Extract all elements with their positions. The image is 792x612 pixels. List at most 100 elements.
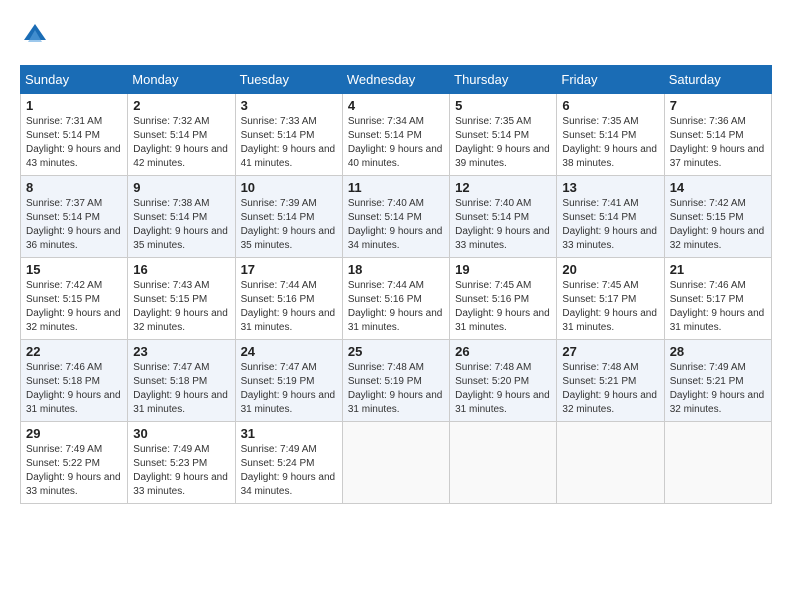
cell-info: Sunrise: 7:45 AMSunset: 5:16 PMDaylight:… <box>455 280 550 333</box>
day-number: 2 <box>133 98 229 113</box>
day-number: 23 <box>133 344 229 359</box>
calendar-cell: 29 Sunrise: 7:49 AMSunset: 5:22 PMDaylig… <box>21 422 128 504</box>
day-number: 29 <box>26 426 122 441</box>
calendar-week-row: 1 Sunrise: 7:31 AMSunset: 5:14 PMDayligh… <box>21 94 772 176</box>
cell-info: Sunrise: 7:47 AMSunset: 5:18 PMDaylight:… <box>133 362 228 415</box>
calendar-cell: 30 Sunrise: 7:49 AMSunset: 5:23 PMDaylig… <box>128 422 235 504</box>
calendar-cell: 31 Sunrise: 7:49 AMSunset: 5:24 PMDaylig… <box>235 422 342 504</box>
calendar-header-tuesday: Tuesday <box>235 66 342 94</box>
cell-info: Sunrise: 7:32 AMSunset: 5:14 PMDaylight:… <box>133 116 228 169</box>
cell-info: Sunrise: 7:48 AMSunset: 5:20 PMDaylight:… <box>455 362 550 415</box>
calendar-cell: 17 Sunrise: 7:44 AMSunset: 5:16 PMDaylig… <box>235 258 342 340</box>
calendar-cell: 14 Sunrise: 7:42 AMSunset: 5:15 PMDaylig… <box>664 176 771 258</box>
cell-info: Sunrise: 7:40 AMSunset: 5:14 PMDaylight:… <box>348 198 443 251</box>
cell-info: Sunrise: 7:49 AMSunset: 5:21 PMDaylight:… <box>670 362 765 415</box>
day-number: 13 <box>562 180 658 195</box>
day-number: 7 <box>670 98 766 113</box>
day-number: 22 <box>26 344 122 359</box>
calendar-header-friday: Friday <box>557 66 664 94</box>
cell-info: Sunrise: 7:43 AMSunset: 5:15 PMDaylight:… <box>133 280 228 333</box>
cell-info: Sunrise: 7:35 AMSunset: 5:14 PMDaylight:… <box>562 116 657 169</box>
logo <box>20 20 56 50</box>
cell-info: Sunrise: 7:40 AMSunset: 5:14 PMDaylight:… <box>455 198 550 251</box>
calendar-cell <box>342 422 449 504</box>
cell-info: Sunrise: 7:49 AMSunset: 5:24 PMDaylight:… <box>241 444 336 497</box>
cell-info: Sunrise: 7:45 AMSunset: 5:17 PMDaylight:… <box>562 280 657 333</box>
calendar-cell <box>450 422 557 504</box>
calendar-cell: 5 Sunrise: 7:35 AMSunset: 5:14 PMDayligh… <box>450 94 557 176</box>
cell-info: Sunrise: 7:48 AMSunset: 5:21 PMDaylight:… <box>562 362 657 415</box>
cell-info: Sunrise: 7:44 AMSunset: 5:16 PMDaylight:… <box>348 280 443 333</box>
day-number: 31 <box>241 426 337 441</box>
day-number: 30 <box>133 426 229 441</box>
day-number: 12 <box>455 180 551 195</box>
cell-info: Sunrise: 7:33 AMSunset: 5:14 PMDaylight:… <box>241 116 336 169</box>
calendar-cell: 23 Sunrise: 7:47 AMSunset: 5:18 PMDaylig… <box>128 340 235 422</box>
page-header <box>20 20 772 50</box>
calendar-cell <box>557 422 664 504</box>
cell-info: Sunrise: 7:36 AMSunset: 5:14 PMDaylight:… <box>670 116 765 169</box>
calendar-cell: 15 Sunrise: 7:42 AMSunset: 5:15 PMDaylig… <box>21 258 128 340</box>
calendar-header-thursday: Thursday <box>450 66 557 94</box>
cell-info: Sunrise: 7:42 AMSunset: 5:15 PMDaylight:… <box>26 280 121 333</box>
day-number: 20 <box>562 262 658 277</box>
calendar-cell: 9 Sunrise: 7:38 AMSunset: 5:14 PMDayligh… <box>128 176 235 258</box>
day-number: 21 <box>670 262 766 277</box>
cell-info: Sunrise: 7:44 AMSunset: 5:16 PMDaylight:… <box>241 280 336 333</box>
calendar-header-row: SundayMondayTuesdayWednesdayThursdayFrid… <box>21 66 772 94</box>
cell-info: Sunrise: 7:39 AMSunset: 5:14 PMDaylight:… <box>241 198 336 251</box>
day-number: 27 <box>562 344 658 359</box>
calendar-week-row: 15 Sunrise: 7:42 AMSunset: 5:15 PMDaylig… <box>21 258 772 340</box>
calendar-header-monday: Monday <box>128 66 235 94</box>
calendar-cell: 13 Sunrise: 7:41 AMSunset: 5:14 PMDaylig… <box>557 176 664 258</box>
calendar-cell: 22 Sunrise: 7:46 AMSunset: 5:18 PMDaylig… <box>21 340 128 422</box>
calendar-cell: 24 Sunrise: 7:47 AMSunset: 5:19 PMDaylig… <box>235 340 342 422</box>
day-number: 16 <box>133 262 229 277</box>
calendar-cell: 12 Sunrise: 7:40 AMSunset: 5:14 PMDaylig… <box>450 176 557 258</box>
day-number: 28 <box>670 344 766 359</box>
day-number: 1 <box>26 98 122 113</box>
cell-info: Sunrise: 7:34 AMSunset: 5:14 PMDaylight:… <box>348 116 443 169</box>
calendar-cell: 27 Sunrise: 7:48 AMSunset: 5:21 PMDaylig… <box>557 340 664 422</box>
calendar-week-row: 22 Sunrise: 7:46 AMSunset: 5:18 PMDaylig… <box>21 340 772 422</box>
calendar-cell: 1 Sunrise: 7:31 AMSunset: 5:14 PMDayligh… <box>21 94 128 176</box>
calendar-cell: 25 Sunrise: 7:48 AMSunset: 5:19 PMDaylig… <box>342 340 449 422</box>
day-number: 14 <box>670 180 766 195</box>
calendar-header-saturday: Saturday <box>664 66 771 94</box>
day-number: 5 <box>455 98 551 113</box>
cell-info: Sunrise: 7:48 AMSunset: 5:19 PMDaylight:… <box>348 362 443 415</box>
calendar-week-row: 8 Sunrise: 7:37 AMSunset: 5:14 PMDayligh… <box>21 176 772 258</box>
cell-info: Sunrise: 7:46 AMSunset: 5:17 PMDaylight:… <box>670 280 765 333</box>
calendar-cell: 2 Sunrise: 7:32 AMSunset: 5:14 PMDayligh… <box>128 94 235 176</box>
cell-info: Sunrise: 7:38 AMSunset: 5:14 PMDaylight:… <box>133 198 228 251</box>
day-number: 18 <box>348 262 444 277</box>
cell-info: Sunrise: 7:35 AMSunset: 5:14 PMDaylight:… <box>455 116 550 169</box>
calendar-cell <box>664 422 771 504</box>
logo-icon <box>20 20 50 50</box>
day-number: 19 <box>455 262 551 277</box>
calendar-cell: 6 Sunrise: 7:35 AMSunset: 5:14 PMDayligh… <box>557 94 664 176</box>
calendar-cell: 28 Sunrise: 7:49 AMSunset: 5:21 PMDaylig… <box>664 340 771 422</box>
day-number: 4 <box>348 98 444 113</box>
calendar-header-sunday: Sunday <box>21 66 128 94</box>
day-number: 3 <box>241 98 337 113</box>
cell-info: Sunrise: 7:37 AMSunset: 5:14 PMDaylight:… <box>26 198 121 251</box>
cell-info: Sunrise: 7:42 AMSunset: 5:15 PMDaylight:… <box>670 198 765 251</box>
day-number: 25 <box>348 344 444 359</box>
day-number: 6 <box>562 98 658 113</box>
day-number: 17 <box>241 262 337 277</box>
cell-info: Sunrise: 7:49 AMSunset: 5:22 PMDaylight:… <box>26 444 121 497</box>
cell-info: Sunrise: 7:49 AMSunset: 5:23 PMDaylight:… <box>133 444 228 497</box>
calendar-cell: 20 Sunrise: 7:45 AMSunset: 5:17 PMDaylig… <box>557 258 664 340</box>
calendar-cell: 26 Sunrise: 7:48 AMSunset: 5:20 PMDaylig… <box>450 340 557 422</box>
cell-info: Sunrise: 7:31 AMSunset: 5:14 PMDaylight:… <box>26 116 121 169</box>
day-number: 26 <box>455 344 551 359</box>
calendar-cell: 3 Sunrise: 7:33 AMSunset: 5:14 PMDayligh… <box>235 94 342 176</box>
calendar-cell: 10 Sunrise: 7:39 AMSunset: 5:14 PMDaylig… <box>235 176 342 258</box>
day-number: 10 <box>241 180 337 195</box>
cell-info: Sunrise: 7:47 AMSunset: 5:19 PMDaylight:… <box>241 362 336 415</box>
day-number: 15 <box>26 262 122 277</box>
calendar-cell: 4 Sunrise: 7:34 AMSunset: 5:14 PMDayligh… <box>342 94 449 176</box>
cell-info: Sunrise: 7:41 AMSunset: 5:14 PMDaylight:… <box>562 198 657 251</box>
calendar-cell: 8 Sunrise: 7:37 AMSunset: 5:14 PMDayligh… <box>21 176 128 258</box>
